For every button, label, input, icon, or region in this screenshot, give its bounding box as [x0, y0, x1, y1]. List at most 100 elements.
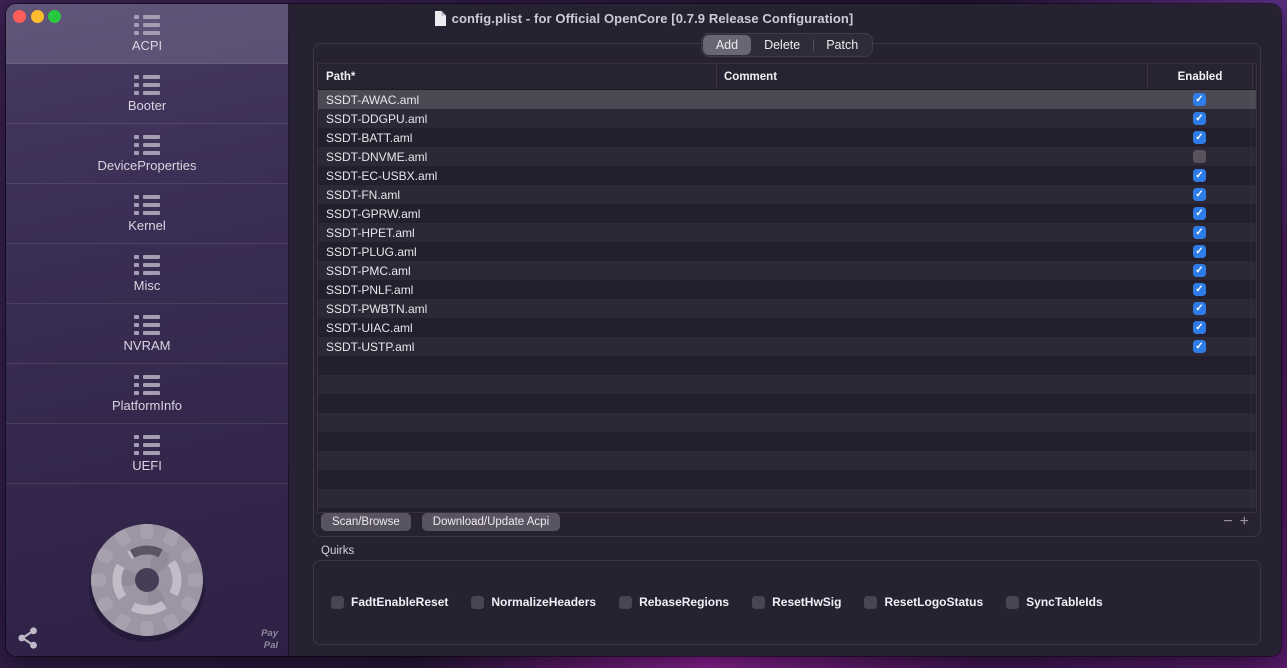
quirk-item: RebaseRegions — [619, 595, 729, 609]
row-sizer: − + — [1223, 514, 1249, 530]
cell-enabled — [1147, 93, 1252, 106]
quirks-groupbox: FadtEnableReset NormalizeHeaders RebaseR… — [313, 560, 1261, 645]
share-icon[interactable] — [16, 626, 40, 650]
tab[interactable]: Delete — [751, 35, 813, 55]
quirks-row: FadtEnableReset NormalizeHeaders RebaseR… — [331, 595, 1260, 609]
scan-browse-button[interactable]: Scan/Browse — [321, 513, 411, 531]
quirk-item: NormalizeHeaders — [471, 595, 596, 609]
cell-enabled — [1147, 321, 1252, 334]
enabled-checkbox[interactable] — [1193, 264, 1206, 277]
enabled-checkbox[interactable] — [1193, 340, 1206, 353]
table-row[interactable]: SSDT-PWBTN.aml — [318, 299, 1256, 318]
enabled-checkbox[interactable] — [1193, 169, 1206, 182]
download-update-acpi-button[interactable]: Download/Update Acpi — [422, 513, 560, 531]
table-body: SSDT-AWAC.aml SSDT-DDGPU.aml — [318, 90, 1256, 511]
table-row[interactable]: SSDT-PNLF.aml — [318, 280, 1256, 299]
quirk-checkbox[interactable] — [864, 596, 877, 609]
table-row[interactable]: SSDT-USTP.aml — [318, 337, 1256, 356]
cell-path: SSDT-DNVME.aml — [318, 150, 716, 164]
cell-enabled — [1147, 302, 1252, 315]
quirk-item: ResetLogoStatus — [864, 595, 983, 609]
cell-path: SSDT-BATT.aml — [318, 131, 716, 145]
tab-label: Add — [716, 38, 738, 52]
quirk-checkbox[interactable] — [1006, 596, 1019, 609]
table-row[interactable]: SSDT-AWAC.aml — [318, 90, 1256, 109]
cell-path: SSDT-DDGPU.aml — [318, 112, 716, 126]
tab[interactable]: Patch — [813, 35, 871, 55]
table-row[interactable]: SSDT-BATT.aml — [318, 128, 1256, 147]
enabled-checkbox[interactable] — [1193, 207, 1206, 220]
enabled-checkbox[interactable] — [1193, 131, 1206, 144]
close-button[interactable] — [13, 10, 26, 23]
sidebar-item[interactable]: DeviceProperties — [6, 124, 288, 184]
acpi-add-groupbox: Path* Comment Enabled SSDT-AWAC.aml — [313, 43, 1261, 537]
enabled-checkbox[interactable] — [1193, 321, 1206, 334]
quirk-item: FadtEnableReset — [331, 595, 448, 609]
cell-path: SSDT-HPET.aml — [318, 226, 716, 240]
main-content: Add Delete Patch — [289, 4, 1281, 656]
sidebar-item[interactable]: Misc — [6, 244, 288, 304]
cell-path: SSDT-FN.aml — [318, 188, 716, 202]
enabled-checkbox[interactable] — [1193, 188, 1206, 201]
enabled-checkbox[interactable] — [1193, 93, 1206, 106]
column-header-enabled[interactable]: Enabled — [1147, 64, 1252, 89]
table-row[interactable]: SSDT-HPET.aml — [318, 223, 1256, 242]
table-row[interactable]: SSDT-FN.aml — [318, 185, 1256, 204]
sidebar-item-label: UEFI — [132, 458, 162, 473]
table-row[interactable]: SSDT-EC-USBX.aml — [318, 166, 1256, 185]
cell-path: SSDT-AWAC.aml — [318, 93, 716, 107]
paypal-link[interactable]: Pay Pal — [261, 628, 278, 651]
sidebar-item[interactable]: PlatformInfo — [6, 364, 288, 424]
quirk-checkbox[interactable] — [471, 596, 484, 609]
column-header-comment[interactable]: Comment — [716, 64, 1147, 89]
sidebar: ACPI Boote — [6, 4, 289, 656]
quirk-label: ResetLogoStatus — [884, 595, 983, 609]
table-row[interactable]: SSDT-DDGPU.aml — [318, 109, 1256, 128]
enabled-checkbox[interactable] — [1193, 283, 1206, 296]
quirk-checkbox[interactable] — [619, 596, 632, 609]
acpi-table: Path* Comment Enabled SSDT-AWAC.aml — [317, 63, 1257, 513]
cell-enabled — [1147, 207, 1252, 220]
tab[interactable]: Add — [703, 35, 751, 55]
column-header-path[interactable]: Path* — [318, 71, 716, 83]
list-icon — [134, 135, 160, 155]
table-row[interactable]: SSDT-DNVME.aml — [318, 147, 1256, 166]
sidebar-item[interactable]: UEFI — [6, 424, 288, 484]
sidebar-item[interactable]: Booter — [6, 64, 288, 124]
quirk-label: FadtEnableReset — [351, 595, 448, 609]
list-icon — [134, 435, 160, 455]
quirk-item: ResetHwSig — [752, 595, 841, 609]
enabled-checkbox[interactable] — [1193, 302, 1206, 315]
sidebar-item[interactable]: Kernel — [6, 184, 288, 244]
cell-enabled — [1147, 340, 1252, 353]
enabled-checkbox[interactable] — [1193, 112, 1206, 125]
tab-label: Patch — [826, 38, 858, 52]
sidebar-item-label: NVRAM — [124, 338, 171, 353]
enabled-checkbox[interactable] — [1193, 226, 1206, 239]
sidebar-item-label: Kernel — [128, 218, 166, 233]
table-row[interactable]: SSDT-GPRW.aml — [318, 204, 1256, 223]
list-icon — [134, 195, 160, 215]
add-row-button[interactable]: + — [1240, 514, 1249, 530]
enabled-checkbox[interactable] — [1193, 245, 1206, 258]
table-row[interactable]: SSDT-PMC.aml — [318, 261, 1256, 280]
table-right-divider — [1251, 90, 1252, 511]
column-header-spacer — [1252, 64, 1256, 89]
cell-path: SSDT-GPRW.aml — [318, 207, 716, 221]
quirk-checkbox[interactable] — [331, 596, 344, 609]
cell-enabled — [1147, 169, 1252, 182]
table-row[interactable]: SSDT-UIAC.aml — [318, 318, 1256, 337]
tab-label: Delete — [764, 38, 800, 52]
zoom-button[interactable] — [48, 10, 61, 23]
sidebar-item[interactable]: NVRAM — [6, 304, 288, 364]
minimize-button[interactable] — [31, 10, 44, 23]
quirk-label: NormalizeHeaders — [491, 595, 596, 609]
table-row[interactable]: SSDT-PLUG.aml — [318, 242, 1256, 261]
quirk-checkbox[interactable] — [752, 596, 765, 609]
remove-row-button[interactable]: − — [1223, 514, 1232, 530]
quirk-label: ResetHwSig — [772, 595, 841, 609]
enabled-checkbox[interactable] — [1193, 150, 1206, 163]
list-icon — [134, 375, 160, 395]
ocat-gear-logo — [83, 516, 211, 644]
cell-enabled — [1147, 283, 1252, 296]
